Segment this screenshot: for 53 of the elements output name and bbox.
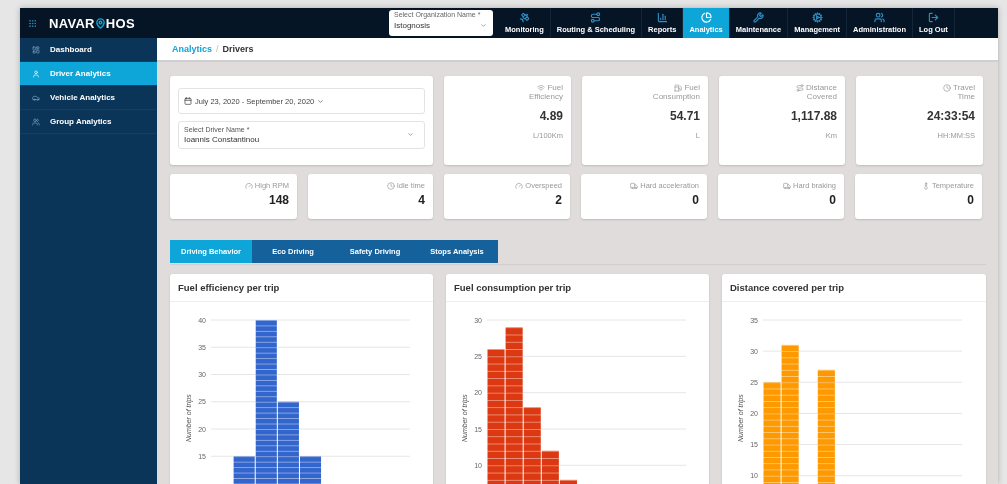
bar-chart-icon: [656, 12, 668, 23]
kpi-value: 24:33:54: [926, 109, 975, 123]
kpi-label: Travel: [953, 83, 975, 92]
gauge-icon: [515, 181, 524, 190]
chart-title: Distance covered per trip: [722, 274, 986, 302]
kpi-label: Consumption: [652, 92, 700, 101]
users-icon: [874, 12, 885, 23]
counter-value: 4: [418, 193, 425, 207]
gauge-icon: [244, 181, 253, 190]
caret-icon: [480, 22, 487, 29]
chart-title: Fuel efficiency per trip: [170, 274, 433, 302]
caret-icon: [317, 97, 325, 105]
sidebar-item[interactable]: Group Analytics: [20, 110, 157, 134]
pie-chart-icon: [700, 12, 712, 23]
gear-icon: [811, 12, 823, 23]
kpi-value: 1,117.88: [790, 109, 837, 123]
sidebar-item[interactable]: Vehicle Analytics: [20, 86, 157, 110]
fuel-pump-icon: [674, 83, 683, 92]
kpi-label: Fuel: [684, 83, 700, 92]
grid-icon: [28, 18, 37, 28]
logout-icon: [927, 12, 939, 23]
satellite-icon: [518, 12, 530, 23]
users-icon: [32, 117, 40, 126]
breadcrumb-separator: /: [216, 44, 219, 54]
truck-icon: [630, 181, 639, 190]
dashboard-icon: [32, 45, 40, 54]
wifi-icon: [537, 83, 546, 92]
kpi-value: 4.89: [539, 109, 563, 123]
calendar-icon: [184, 97, 192, 105]
logo: NAVAR HOS: [49, 15, 135, 31]
kpi-value: 54.71: [669, 109, 700, 123]
truck-icon: [783, 181, 792, 190]
clock-icon: [386, 181, 395, 190]
kpi-label: Distance: [805, 83, 837, 92]
caret-icon: [407, 131, 414, 138]
clock-icon: [943, 83, 952, 92]
kpi-label: Fuel: [547, 83, 563, 92]
chart-title: Fuel consumption per trip: [446, 274, 709, 302]
counter-value: 0: [692, 193, 699, 207]
kpi-label: Efficiency: [528, 92, 563, 101]
breadcrumb-current: Drivers: [222, 44, 254, 54]
user-icon: [32, 69, 40, 78]
wrench-icon: [753, 12, 764, 23]
car-icon: [32, 93, 40, 102]
route-icon: [795, 83, 804, 92]
thermometer-icon: [921, 181, 930, 190]
counter-value: 2: [555, 193, 562, 207]
kpi-label: Time: [957, 92, 975, 101]
kpi-label: Covered: [806, 92, 837, 101]
counter-value: 0: [967, 193, 974, 207]
counter-value: 0: [829, 193, 836, 207]
counter-value: 148: [268, 193, 289, 207]
route-icon: [590, 12, 602, 23]
